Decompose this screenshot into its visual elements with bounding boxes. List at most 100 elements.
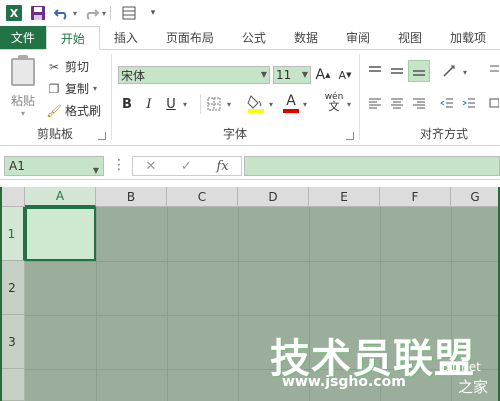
format-painter-icon: 🖌 <box>46 103 62 118</box>
decrease-font-button[interactable]: A ▼ <box>337 65 353 85</box>
middle-align-icon <box>391 68 403 74</box>
tab-home[interactable]: 开始 <box>45 26 100 50</box>
tab-insert[interactable]: 插入 <box>100 26 152 49</box>
column-header[interactable]: E <box>309 187 380 207</box>
underline-button[interactable]: U <box>162 94 180 114</box>
middle-align-button[interactable] <box>388 62 406 80</box>
active-cell-a1[interactable] <box>25 207 96 261</box>
tab-data[interactable]: 数据 <box>280 26 332 49</box>
font-name-value: 宋体 <box>121 68 146 83</box>
column-header[interactable]: F <box>380 187 451 207</box>
fill-color-dropdown-icon[interactable]: ▾ <box>266 96 276 112</box>
font-color-button[interactable]: A <box>282 92 300 114</box>
row-header[interactable]: 3 <box>0 315 25 369</box>
border-dropdown-icon[interactable]: ▾ <box>224 96 234 112</box>
font-launcher-icon[interactable] <box>346 132 354 140</box>
increase-font-button[interactable]: A ▲ <box>315 65 331 85</box>
font-divider <box>200 94 201 114</box>
bold-button[interactable]: B <box>118 94 136 114</box>
row-header[interactable]: 1 <box>0 207 25 261</box>
merge-center-button[interactable] <box>488 94 500 112</box>
tab-addins[interactable]: 加载项 <box>436 26 500 49</box>
phonetic-char-label: 文 <box>328 100 340 113</box>
column-header[interactable]: C <box>167 187 238 207</box>
cut-label: 剪切 <box>65 60 90 74</box>
font-size-select[interactable]: 11 ▼ <box>273 66 311 84</box>
bottom-align-icon <box>413 70 425 76</box>
top-align-button[interactable] <box>366 62 384 80</box>
tab-file[interactable]: 文件 <box>0 26 46 49</box>
undo-dropdown-icon[interactable]: ▾ <box>73 9 77 18</box>
formula-input[interactable] <box>244 156 500 176</box>
row-header[interactable] <box>0 369 25 401</box>
orientation-button[interactable] <box>440 62 460 80</box>
phonetic-dropdown-icon[interactable]: ▾ <box>344 96 354 112</box>
customize-qat-icon[interactable]: ▾ <box>143 3 163 23</box>
ribbon-tabs: 文件 开始 插入 页面布局 公式 数据 审阅 视图 加载项 <box>0 26 500 50</box>
font-color-dropdown-icon[interactable]: ▾ <box>300 96 310 112</box>
excel-logo-icon: X <box>4 3 24 23</box>
tab-view[interactable]: 视图 <box>384 26 436 49</box>
row-header[interactable]: 2 <box>0 261 25 315</box>
phonetic-guide-button[interactable]: wén 文 <box>322 90 346 114</box>
formula-bar: A1 ▼ ⋮ ✕ ✓ fx <box>0 152 500 180</box>
gridline <box>238 207 239 401</box>
decrease-indent-icon <box>440 98 453 108</box>
scissors-icon: ✂ <box>48 59 60 74</box>
watermark-side-text: 51.net <box>442 360 481 374</box>
cut-button[interactable]: ✂ 剪切 <box>46 58 89 75</box>
tab-review[interactable]: 审阅 <box>332 26 384 49</box>
enter-icon[interactable]: ✓ <box>181 159 192 174</box>
bottom-align-button[interactable] <box>408 60 430 82</box>
copy-button[interactable]: ❐ 复制 ▾ <box>46 80 97 97</box>
format-painter-label: 格式刷 <box>65 104 102 118</box>
insert-function-icon[interactable]: fx <box>216 159 228 174</box>
column-header[interactable]: A <box>25 187 96 207</box>
name-box[interactable]: A1 ▼ <box>4 156 104 176</box>
wrap-text-button[interactable] <box>488 62 500 80</box>
gridline <box>96 207 97 401</box>
save-icon[interactable] <box>28 3 48 23</box>
align-center-button[interactable] <box>388 94 406 112</box>
select-all-corner[interactable] <box>0 187 25 207</box>
decrease-indent-button[interactable] <box>438 94 456 112</box>
italic-button[interactable]: I <box>140 94 158 114</box>
font-name-select[interactable]: 宋体 ▼ <box>118 66 270 84</box>
gridline <box>167 207 168 401</box>
orientation-dropdown-icon[interactable]: ▾ <box>460 64 470 80</box>
merge-cells-icon <box>489 98 499 108</box>
align-right-button[interactable] <box>410 94 428 112</box>
underline-dropdown-icon[interactable]: ▾ <box>180 96 190 112</box>
font-color-swatch <box>283 108 299 113</box>
column-header[interactable]: B <box>96 187 167 207</box>
font-group-label: 字体 <box>222 127 247 141</box>
column-header[interactable]: D <box>238 187 309 207</box>
redo-icon[interactable] <box>81 3 101 23</box>
border-button[interactable] <box>205 94 223 114</box>
form-icon[interactable] <box>119 3 139 23</box>
tab-page-layout[interactable]: 页面布局 <box>152 26 228 49</box>
align-left-icon <box>369 98 381 109</box>
paste-dropdown-icon[interactable]: ▾ <box>21 109 25 118</box>
clipboard-launcher-icon[interactable] <box>98 132 106 140</box>
ribbon-home: 粘贴 ▾ ✂ 剪切 ❐ 复制 ▾ 🖌 格式刷 剪贴板 字体 宋体 ▼ 11 ▼ … <box>0 50 500 146</box>
chevron-down-icon: ▼ <box>260 70 267 79</box>
text-orientation-icon <box>443 65 455 77</box>
copy-dropdown-icon[interactable]: ▾ <box>93 84 97 93</box>
paste-button[interactable]: 粘贴 ▾ <box>6 55 40 122</box>
align-left-button[interactable] <box>366 94 384 112</box>
cancel-icon[interactable]: ✕ <box>145 159 156 174</box>
undo-icon[interactable] <box>52 3 72 23</box>
top-align-icon <box>369 66 381 72</box>
increase-indent-button[interactable] <box>460 94 478 112</box>
column-header[interactable]: G <box>451 187 500 207</box>
watermark-url: www.jsgho.com <box>282 374 406 390</box>
chevron-down-icon: ▼ <box>301 70 308 79</box>
tab-formulas[interactable]: 公式 <box>228 26 280 49</box>
increase-indent-icon <box>462 98 475 108</box>
redo-dropdown-icon[interactable]: ▾ <box>102 9 106 18</box>
format-painter-button[interactable]: 🖌 格式刷 <box>46 102 101 119</box>
more-options-icon[interactable]: ⋮ <box>112 158 126 172</box>
fill-color-button[interactable] <box>246 92 266 114</box>
formula-buttons: ✕ ✓ fx <box>132 156 242 176</box>
